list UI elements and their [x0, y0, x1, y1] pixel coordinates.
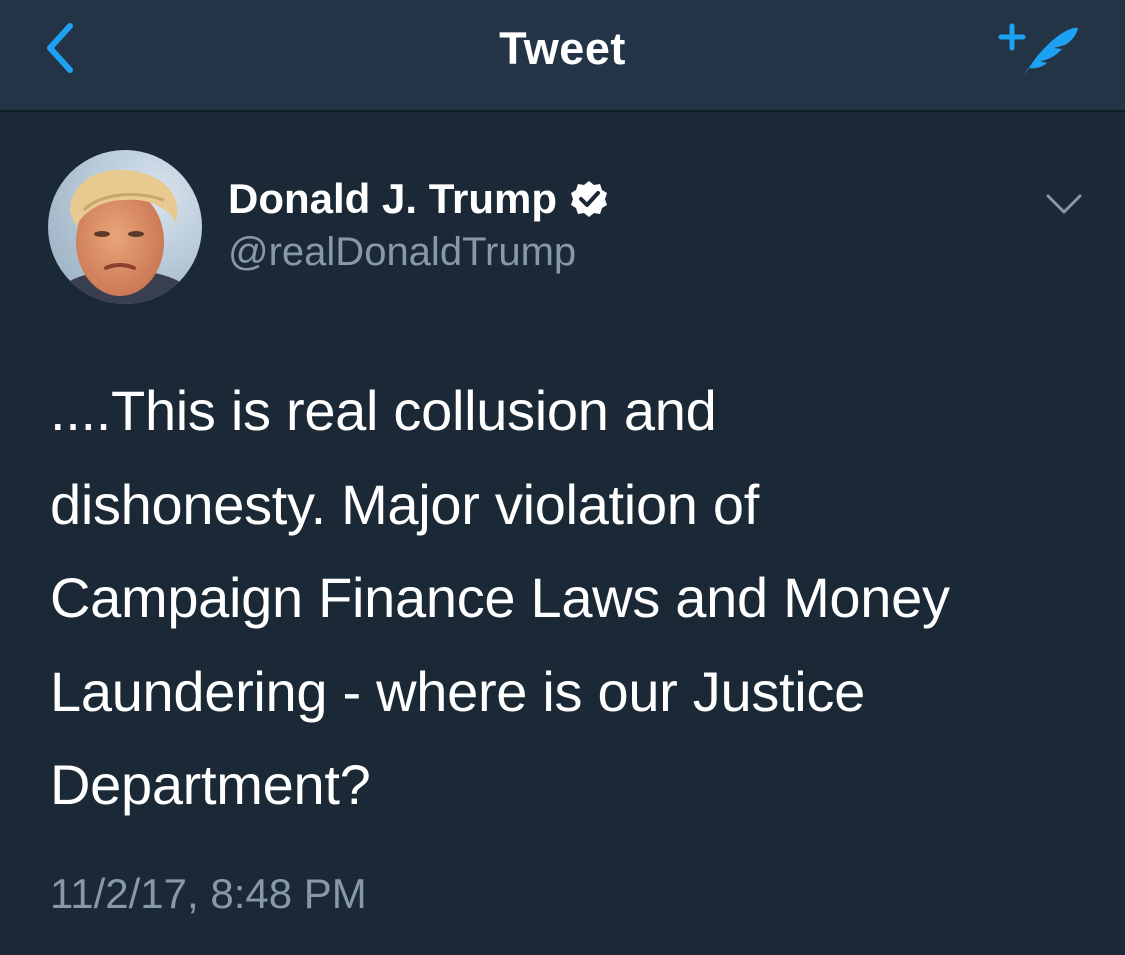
tweet-menu-button[interactable] [1040, 186, 1088, 222]
compose-tweet-feather-icon [998, 23, 1078, 80]
compose-tweet-button[interactable] [996, 14, 1086, 88]
verified-badge-icon [571, 181, 608, 217]
author-display-name[interactable]: Donald J. Trump [228, 174, 557, 224]
avatar[interactable] [48, 150, 202, 304]
tweet-text: ....This is real collusion and dishonest… [50, 379, 950, 816]
tweet-timestamp[interactable]: 11/2/17, 8:48 PM [50, 868, 367, 920]
navigation-bar: Tweet [0, 0, 1125, 112]
page-title: Tweet [499, 23, 626, 74]
author-handle[interactable]: @realDonaldTrump [228, 228, 576, 276]
author-name-row[interactable]: Donald J. Trump [228, 174, 609, 224]
chevron-down-icon [1046, 194, 1082, 214]
profile-photo [48, 150, 202, 304]
